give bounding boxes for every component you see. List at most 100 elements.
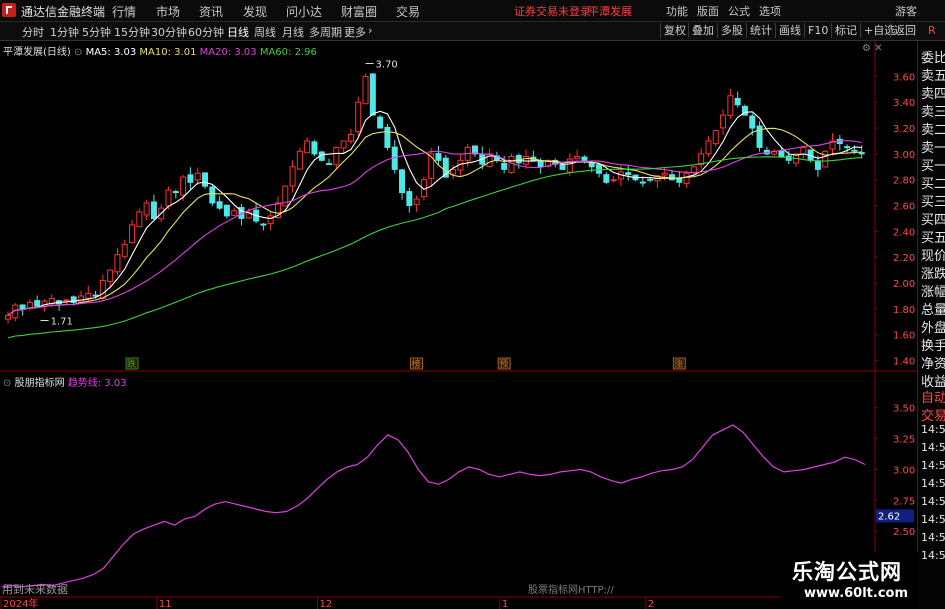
- main-axis-label: 2.20: [893, 253, 915, 264]
- app-logo-icon: [2, 3, 16, 17]
- btn-f10[interactable]: F10: [804, 23, 831, 38]
- candle-body: [194, 172, 201, 181]
- candle-body: [143, 202, 150, 216]
- candle-body: [851, 149, 858, 152]
- period-more[interactable]: 更多: [344, 24, 366, 40]
- candle-body: [399, 169, 406, 194]
- kline-chart[interactable]: 3.70 1.71 3.60 3.40 3.20 3.00 2.80 2.60 2.40 2.2…: [0, 41, 917, 609]
- candle-body: [5, 314, 11, 320]
- btn-huaxian[interactable]: 画线: [775, 23, 804, 38]
- legend-toggle-icon[interactable]: ⊙: [74, 47, 82, 58]
- period-1min[interactable]: 1分钟: [50, 24, 79, 40]
- candle-body: [121, 243, 128, 257]
- side-panel-item-2[interactable]: 卖四: [921, 83, 945, 102]
- side-panel-item-6[interactable]: 买一: [921, 155, 945, 174]
- sub-axis-label: 3.50: [893, 404, 915, 415]
- side-panel-item-4[interactable]: 卖二: [921, 119, 945, 138]
- side-panel-item-24[interactable]: 14:56: [921, 477, 945, 490]
- side-panel-item-5[interactable]: 卖一: [921, 137, 945, 156]
- candle-body: [63, 299, 70, 302]
- btn-tongji[interactable]: 统计: [746, 23, 775, 38]
- menu-xuanxiang[interactable]: 选项: [759, 3, 781, 19]
- sub-toggle-icon[interactable]: ⊙: [3, 378, 11, 389]
- side-panel-item-3[interactable]: 卖三: [921, 101, 945, 120]
- side-panel-item-25[interactable]: 14:56: [921, 495, 945, 508]
- candle-body: [406, 191, 413, 207]
- candle-body: [814, 160, 821, 170]
- more-chevron-icon[interactable]: ›: [368, 24, 372, 37]
- candle-body: [165, 189, 172, 207]
- period-day[interactable]: 日线: [227, 24, 249, 40]
- menu-caifuquan[interactable]: 财富圈: [341, 3, 377, 20]
- btn-fuquan[interactable]: 复权: [660, 23, 689, 38]
- candle-body: [369, 73, 376, 116]
- menu-wenxiaoda[interactable]: 问小达: [286, 3, 322, 20]
- candle-body: [822, 150, 829, 168]
- sub-axis-label: 2.75: [893, 496, 915, 507]
- side-panel-item-13[interactable]: 涨幅: [921, 281, 945, 300]
- side-panel-item-28[interactable]: 14:56: [921, 549, 945, 562]
- side-panel-item-21[interactable]: 14:56: [921, 423, 945, 436]
- btn-biaoji[interactable]: 标记: [831, 23, 860, 38]
- side-panel-item-27[interactable]: 14:56: [921, 531, 945, 544]
- btn-diejia[interactable]: 叠加: [688, 23, 717, 38]
- title-bar: 通达信金融终端 行情 市场 资讯 发现 问小达 财富圈 交易 证券交易未登录 平…: [0, 0, 945, 22]
- period-60min[interactable]: 60分钟: [188, 24, 224, 40]
- side-panel-item-14[interactable]: 总量: [921, 299, 945, 318]
- side-panel-item-20[interactable]: 交易: [921, 405, 945, 424]
- sub-legend: ⊙ 股朋指标网 趋势线: 3.03: [3, 374, 127, 389]
- btn-fanhui[interactable]: 返回: [890, 23, 919, 38]
- side-panel-item-23[interactable]: 14:56: [921, 459, 945, 472]
- btn-duogu[interactable]: 多股: [717, 23, 746, 38]
- side-panel-item-10[interactable]: 买五: [921, 227, 945, 246]
- side-panel-item-0[interactable]: 委比: [921, 47, 945, 66]
- main-axis-label: 3.20: [893, 124, 915, 135]
- side-panel-item-9[interactable]: 买四: [921, 209, 945, 228]
- candle-body: [311, 141, 318, 155]
- menu-jiaoyi[interactable]: 交易: [396, 3, 420, 20]
- candle-body: [523, 155, 530, 165]
- period-5min[interactable]: 5分钟: [82, 24, 111, 40]
- user-label[interactable]: 游客: [895, 3, 917, 19]
- candle-body: [559, 163, 566, 170]
- candle-body: [720, 114, 727, 129]
- candle-body: [501, 162, 508, 170]
- watermark-url: www.60lt.com: [804, 586, 909, 601]
- side-panel-item-12[interactable]: 涨跌: [921, 263, 945, 282]
- side-panel-item-19[interactable]: 自动: [921, 387, 945, 406]
- menu-hangqing[interactable]: 行情: [112, 3, 136, 20]
- menu-faxian[interactable]: 发现: [243, 3, 267, 20]
- period-toolbar: 分时 1分钟 5分钟 15分钟 30分钟 60分钟 日线 周线 月线 多周期 更…: [0, 22, 945, 41]
- side-panel-item-26[interactable]: 14:56: [921, 513, 945, 526]
- period-week[interactable]: 周线: [254, 24, 276, 40]
- menu-banmian[interactable]: 版面: [697, 3, 719, 19]
- sub-axis-label: 2.50: [893, 527, 915, 538]
- side-panel-item-8[interactable]: 买三: [921, 191, 945, 210]
- main-axis-label: 1.60: [893, 331, 915, 342]
- side-panel-item-16[interactable]: 换手: [921, 335, 945, 354]
- side-panel-item-17[interactable]: 净资: [921, 353, 945, 372]
- candle-body: [114, 254, 121, 273]
- side-panel-item-7[interactable]: 买二: [921, 173, 945, 192]
- period-multi[interactable]: 多周期: [309, 24, 342, 40]
- candle-body: [202, 172, 209, 187]
- menu-gongneng[interactable]: 功能: [666, 3, 688, 19]
- side-panel-item-11[interactable]: 现价: [921, 245, 945, 264]
- login-notice[interactable]: 证券交易未登录: [514, 3, 591, 19]
- menu-zixun[interactable]: 资讯: [199, 3, 223, 20]
- menu-shichang[interactable]: 市场: [156, 3, 180, 20]
- side-panel-item-15[interactable]: 外盘: [921, 317, 945, 336]
- period-15min[interactable]: 15分钟: [114, 24, 150, 40]
- period-fenshi[interactable]: 分时: [22, 24, 44, 40]
- side-panel-item-22[interactable]: 14:56: [921, 441, 945, 454]
- candle-body: [187, 174, 194, 183]
- main-axis-label: 1.40: [893, 357, 915, 368]
- period-30min[interactable]: 30分钟: [151, 24, 187, 40]
- chart-settings-icon[interactable]: ⚙ ✕: [862, 43, 883, 54]
- trend-line-label: 趋势线: 3.03: [67, 378, 127, 389]
- menu-gongshi[interactable]: 公式: [728, 3, 750, 19]
- candle-body: [858, 152, 865, 155]
- side-panel-item-1[interactable]: 卖五: [921, 65, 945, 84]
- high-price-label: 3.70: [376, 59, 398, 70]
- period-month[interactable]: 月线: [282, 24, 304, 40]
